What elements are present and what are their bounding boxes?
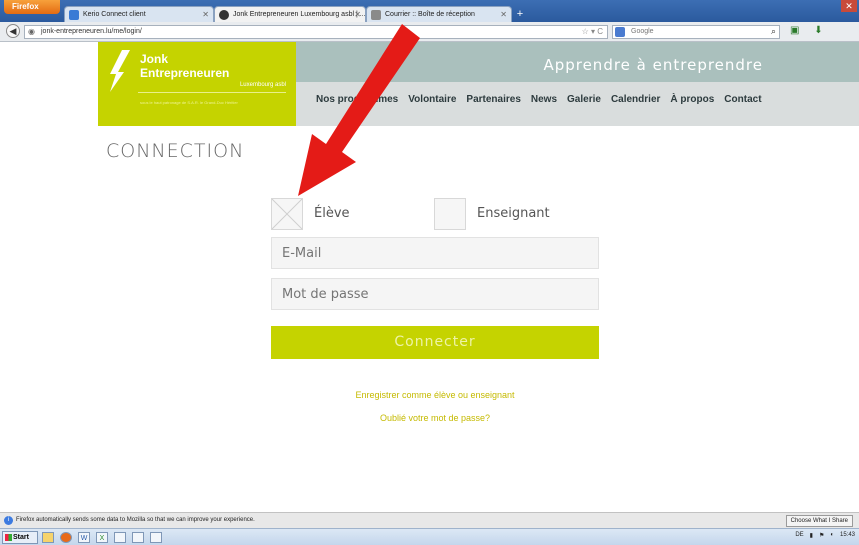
search-input[interactable]: Google ⌕ — [612, 25, 780, 39]
unchecked-box-icon — [271, 198, 303, 230]
logo-line-2: Entrepreneuren — [140, 66, 230, 80]
download-icon[interactable]: ▣ ⬇ — [790, 25, 829, 36]
notification-text: Firefox automatically sends some data to… — [16, 517, 255, 523]
logo-patronage: sous le haut patronage de S.A.R. le Gran… — [140, 100, 238, 105]
tagline-band: Apprendre à entreprendre — [296, 42, 859, 82]
excel-icon[interactable]: X — [96, 532, 108, 543]
app-icon[interactable] — [150, 532, 162, 543]
tab-jonk[interactable]: Jonk Entrepreneuren Luxembourg asbl | ..… — [214, 6, 366, 22]
logo-divider — [138, 92, 286, 93]
clock[interactable]: 15:43 — [840, 532, 855, 539]
windows-logo-icon — [5, 534, 12, 541]
logo-bolt-icon — [110, 50, 130, 92]
flag-icon[interactable]: ⚑ — [819, 532, 824, 539]
nav-item-programmes[interactable]: Nos programmes — [316, 94, 398, 105]
language-indicator[interactable]: DE — [795, 532, 803, 539]
nav-item-galerie[interactable]: Galerie — [567, 94, 601, 105]
word-icon[interactable]: W — [78, 532, 90, 543]
nav-item-volontaire[interactable]: Volontaire — [408, 94, 456, 105]
bookmark-star-icon[interactable]: ☆ ▾ C — [582, 27, 603, 36]
nav-item-contact[interactable]: Contact — [724, 94, 761, 105]
search-engine-icon[interactable] — [615, 27, 625, 37]
firefox-notification-bar: i Firefox automatically sends some data … — [0, 512, 859, 528]
back-arrow-icon[interactable]: ◀ — [6, 24, 20, 38]
tab-courrier[interactable]: Courrier :: Boîte de réception ✕ — [366, 6, 512, 22]
connect-button[interactable]: Connecter — [271, 326, 599, 359]
new-tab-button[interactable]: + — [512, 6, 528, 22]
kerio-icon — [69, 10, 79, 20]
firefox-icon[interactable] — [60, 532, 72, 543]
tab-title: Kerio Connect client — [83, 11, 146, 18]
mail-icon — [371, 10, 381, 20]
site-logo[interactable]: Jonk Entrepreneuren Luxembourg asbl sous… — [98, 42, 296, 126]
start-label: Start — [13, 534, 29, 541]
nav-item-apropos[interactable]: À propos — [670, 94, 714, 105]
logo-country: Luxembourg asbl — [239, 82, 286, 88]
nav-item-partenaires[interactable]: Partenaires — [466, 94, 520, 105]
close-icon[interactable]: ✕ — [354, 10, 361, 19]
window-close-icon[interactable]: ✕ — [841, 0, 857, 12]
nav-menu: Nos programmes Volontaire Partenaires Ne… — [316, 94, 762, 105]
system-tray: DE ▮ ⚑ ◐ 15:43 — [795, 532, 855, 539]
role-student-checkbox[interactable] — [271, 198, 303, 230]
search-icon[interactable]: ⌕ — [771, 26, 776, 37]
search-placeholder: Google — [631, 28, 654, 35]
url-text: jonk-entrepreneuren.lu/me/login/ — [41, 28, 142, 35]
choose-what-i-share-button[interactable]: Choose What I Share — [785, 515, 853, 527]
main-nav: Nos programmes Volontaire Partenaires Ne… — [296, 82, 859, 126]
nav-item-news[interactable]: News — [531, 94, 557, 105]
volume-icon[interactable]: ◐ — [830, 532, 834, 539]
password-field[interactable] — [271, 278, 599, 310]
folder-icon[interactable] — [42, 532, 54, 543]
document-icon[interactable] — [114, 532, 126, 543]
email-field[interactable] — [271, 237, 599, 269]
page-title: CONNECTION — [106, 140, 245, 162]
url-input[interactable]: ◉ jonk-entrepreneuren.lu/me/login/ ☆ ▾ C — [24, 25, 608, 39]
close-icon[interactable]: ✕ — [500, 10, 507, 19]
browser-navigation-bar: ◀ ◉ jonk-entrepreneuren.lu/me/login/ ☆ ▾… — [0, 22, 859, 42]
forgot-password-link[interactable]: Oublié votre mot de passe? — [271, 413, 599, 423]
tab-kerio[interactable]: Kerio Connect client ✕ — [64, 6, 214, 22]
tab-title: Courrier :: Boîte de réception — [385, 11, 475, 18]
role-teacher-checkbox[interactable] — [434, 198, 466, 230]
role-student-label[interactable]: Élève — [314, 206, 350, 221]
nav-item-calendrier[interactable]: Calendrier — [611, 94, 660, 105]
spreadsheet-icon[interactable] — [132, 532, 144, 543]
register-link[interactable]: Enregistrer comme élève ou enseignant — [271, 390, 599, 400]
role-teacher-label[interactable]: Enseignant — [477, 206, 550, 221]
site-favicon-icon — [219, 10, 229, 20]
windows-taskbar: Start W X DE ▮ ⚑ ◐ 15:43 — [0, 528, 859, 545]
browser-tab-bar: Firefox Kerio Connect client ✕ Jonk Entr… — [0, 0, 859, 22]
close-icon[interactable]: ✕ — [202, 10, 209, 19]
site-tagline: Apprendre à entreprendre — [543, 56, 763, 74]
logo-line-1: Jonk — [140, 52, 169, 66]
info-icon: i — [4, 516, 13, 525]
site-header: Jonk Entrepreneuren Luxembourg asbl sous… — [0, 42, 859, 126]
globe-icon: ◉ — [28, 27, 35, 36]
start-button[interactable]: Start — [2, 531, 38, 544]
firefox-menu-button[interactable]: Firefox — [4, 0, 60, 14]
network-icon[interactable]: ▮ — [810, 532, 813, 539]
tab-title: Jonk Entrepreneuren Luxembourg asbl | ..… — [233, 11, 366, 18]
